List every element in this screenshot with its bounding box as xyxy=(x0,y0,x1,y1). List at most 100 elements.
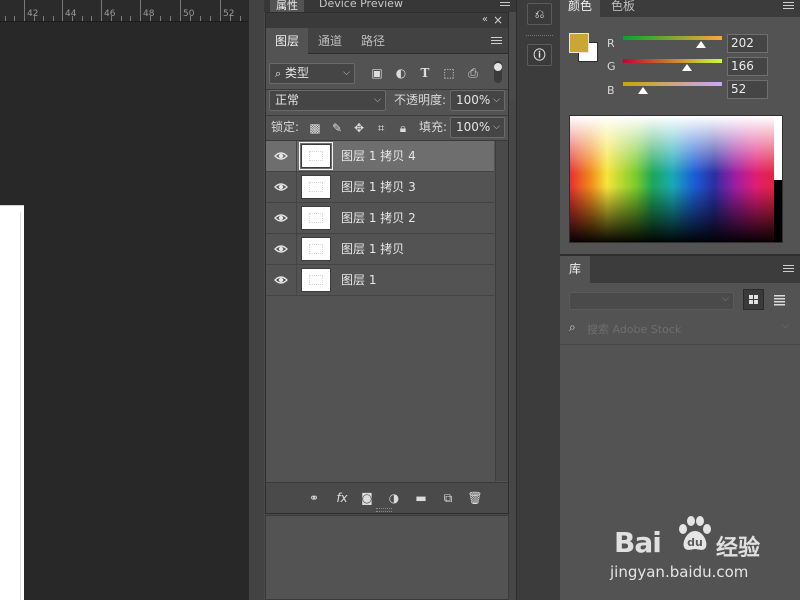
ruler-number: 48 xyxy=(143,9,155,19)
tab-device-preview[interactable]: Device Preview xyxy=(319,0,403,10)
chevron-down-icon: ⌵ xyxy=(343,68,350,78)
eye-icon[interactable] xyxy=(274,180,288,194)
tab-color[interactable]: 颜色 xyxy=(560,0,601,17)
collapse-icon[interactable]: « xyxy=(482,14,488,25)
dock-edge xyxy=(508,100,516,600)
lower-panel-area xyxy=(265,515,509,600)
blue-slider-thumb[interactable] xyxy=(638,87,649,94)
green-slider-thumb[interactable] xyxy=(682,64,693,71)
shape-filter-icon[interactable]: ⬚ xyxy=(442,65,456,81)
chevron-down-icon: ⌵ xyxy=(493,95,500,105)
lock-artboard-icon[interactable]: ⌗ xyxy=(374,120,388,136)
color-tabbar: 颜色 色板 xyxy=(560,0,800,17)
document-page[interactable] xyxy=(0,205,24,600)
lock-position-icon[interactable]: ✥ xyxy=(352,120,366,136)
layer-row[interactable]: 图层 1 拷贝 4 xyxy=(266,141,494,172)
trash-icon[interactable]: 🗑︎ xyxy=(467,490,483,506)
layers-panel: « × 图层 通道 路径 ⌕ 类型 ⌵ ▣ ◐ T ⬚ ⎙ 正常 ⌵ 不透明度:… xyxy=(265,12,509,514)
layer-name: 图层 1 拷贝 xyxy=(341,242,405,256)
color-menu-icon[interactable] xyxy=(783,2,794,11)
tab-layers[interactable]: 图层 xyxy=(266,28,309,54)
libraries-menu-icon[interactable] xyxy=(783,265,794,274)
type-filter-icon[interactable]: T xyxy=(418,65,432,81)
image-filter-icon[interactable]: ▣ xyxy=(370,65,384,81)
fx-icon[interactable]: fx xyxy=(333,490,351,506)
library-select[interactable]: ⌵ xyxy=(569,292,734,310)
red-slider-thumb[interactable] xyxy=(696,41,707,48)
new-layer-icon[interactable]: ⧉ xyxy=(440,490,456,506)
tab-paths[interactable]: 路径 xyxy=(352,28,394,54)
green-value-input[interactable]: 166 xyxy=(727,57,768,76)
folder-icon[interactable]: ▬ xyxy=(413,490,429,506)
fill-value: 100% xyxy=(456,120,491,134)
ruler-number: 52 xyxy=(223,9,235,19)
layers-menu-icon[interactable] xyxy=(491,37,502,46)
layer-filter-value: 类型 xyxy=(285,66,310,80)
ruler-number: 46 xyxy=(104,9,116,19)
adjustment-icon[interactable]: ◑ xyxy=(386,490,402,506)
history-icon[interactable]: ⎌ xyxy=(527,3,552,25)
filter-toggle-switch[interactable] xyxy=(494,61,502,83)
watermark-brand-suffix: 经验 xyxy=(716,536,761,561)
eye-icon[interactable] xyxy=(274,273,288,287)
tab-swatches[interactable]: 色板 xyxy=(603,0,643,17)
grid-view-icon[interactable] xyxy=(743,289,764,310)
layer-row[interactable]: 图层 1 拷贝 3 xyxy=(266,172,494,203)
layers-panel-header[interactable]: « × xyxy=(266,13,508,28)
properties-menu-icon[interactable] xyxy=(500,0,510,8)
properties-tabbar: 属性 Device Preview xyxy=(264,0,516,12)
search-icon: ⌕ xyxy=(275,67,282,80)
eye-icon[interactable] xyxy=(274,211,288,225)
link-icon[interactable]: ⚭ xyxy=(306,490,322,506)
layer-thumbnail xyxy=(301,237,331,261)
tab-properties[interactable]: 属性 xyxy=(270,0,304,12)
layer-name: 图层 1 拷贝 4 xyxy=(341,149,416,163)
tab-libraries[interactable]: 库 xyxy=(560,256,591,283)
layer-name: 图层 1 拷贝 3 xyxy=(341,180,416,194)
stock-search-input[interactable]: ⌕ 搜索 Adobe Stock ⌵ xyxy=(569,320,791,338)
layer-thumbnail xyxy=(301,175,331,199)
blue-slider[interactable] xyxy=(623,82,722,94)
fill-label: 填充: xyxy=(419,120,448,134)
layer-thumbnail xyxy=(301,206,331,230)
opacity-input[interactable]: 100% ⌵ xyxy=(450,90,505,111)
layers-scrollbar[interactable] xyxy=(495,141,508,481)
chevron-down-icon: ⌵ xyxy=(493,122,500,132)
lock-image-pixels-icon[interactable]: ✎ xyxy=(330,120,344,136)
foreground-color-swatch[interactable] xyxy=(569,33,589,53)
collapsed-panel-strip: ⎌ ⓘ xyxy=(516,0,560,600)
search-icon: ⌕ xyxy=(569,320,576,334)
red-channel-label: R xyxy=(607,37,615,50)
fill-input[interactable]: 100% ⌵ xyxy=(450,117,505,138)
baidu-jingyan-watermark: Bai du 经验 jingyan.baidu.com xyxy=(608,512,798,600)
watermark-url: jingyan.baidu.com xyxy=(610,563,749,581)
opacity-label: 不透明度: xyxy=(394,93,447,107)
layer-filter-select[interactable]: ⌕ 类型 ⌵ xyxy=(269,63,355,84)
layer-row[interactable]: 图层 1 拷贝 2 xyxy=(266,203,494,234)
document-canvas[interactable] xyxy=(0,22,248,600)
blue-value-input[interactable]: 52 xyxy=(727,80,768,99)
eye-icon[interactable] xyxy=(274,149,288,163)
info-icon[interactable]: ⓘ xyxy=(527,44,552,66)
libraries-tabbar: 库 xyxy=(560,256,800,283)
green-slider[interactable] xyxy=(623,59,722,71)
red-value-input[interactable]: 202 xyxy=(727,34,768,53)
close-icon[interactable]: × xyxy=(493,13,503,27)
chevron-down-icon: ⌵ xyxy=(782,321,789,331)
tab-channels[interactable]: 通道 xyxy=(309,28,351,54)
blend-mode-select[interactable]: 正常 ⌵ xyxy=(269,90,386,111)
resize-grip[interactable] xyxy=(376,508,392,512)
smart-object-filter-icon[interactable]: ⎙ xyxy=(466,65,480,81)
list-view-icon[interactable] xyxy=(769,289,790,310)
eye-icon[interactable] xyxy=(274,242,288,256)
ruler-number: 42 xyxy=(27,9,39,19)
mask-icon[interactable]: ◙ xyxy=(359,490,375,506)
lock-transparency-icon[interactable]: ▩ xyxy=(308,120,322,136)
svg-text:du: du xyxy=(687,536,703,549)
lock-all-icon[interactable]: 🔒︎ xyxy=(396,120,410,136)
layer-row[interactable]: 图层 1 xyxy=(266,265,494,296)
color-spectrum[interactable] xyxy=(569,115,783,243)
red-slider[interactable] xyxy=(623,36,722,48)
adjustment-filter-icon[interactable]: ◐ xyxy=(394,65,408,81)
layer-row[interactable]: 图层 1 拷贝 xyxy=(266,234,494,265)
